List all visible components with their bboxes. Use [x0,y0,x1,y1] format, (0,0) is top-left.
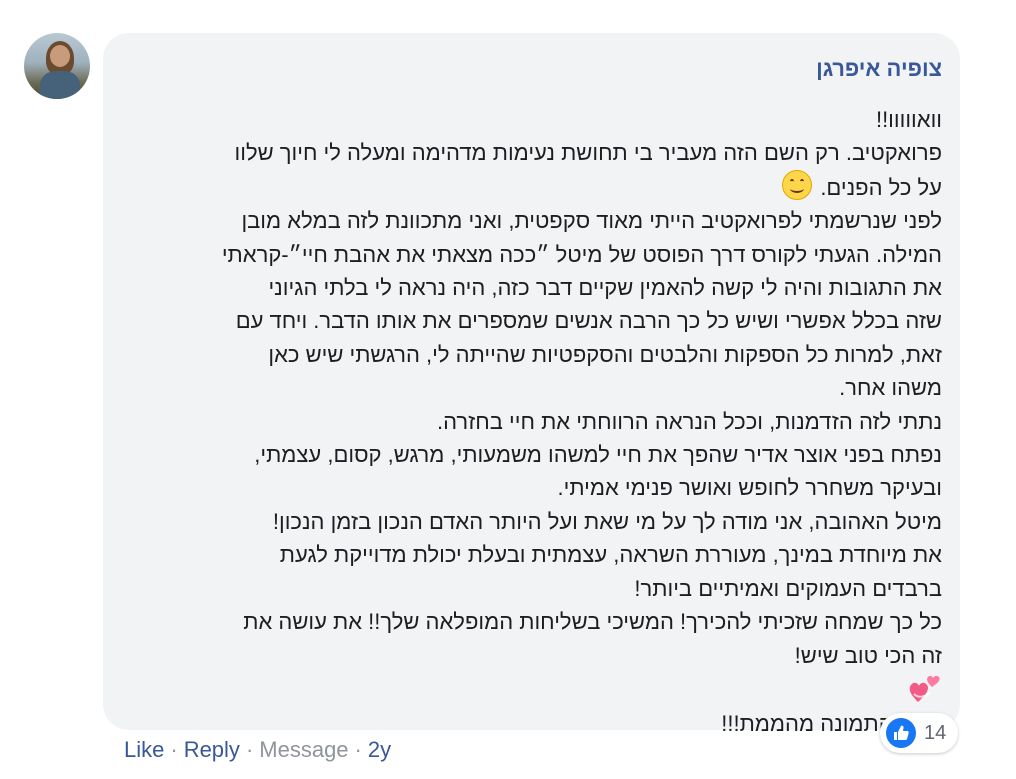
comment-line: ברבדים העמוקים ואמיתיים ביותר! [634,575,942,601]
comment-line: מיטל האהובה, אני מודה לך על מי שאת ועל ה… [272,508,942,534]
comment-line: המילה. הגעתי לקורס דרך הפוסט של מיטל ״ככ… [221,241,942,267]
reply-link[interactable]: Reply [184,737,240,762]
comment-line: שזה בכלל אפשרי ושיש כל כך הרבה אנשים שמס… [235,308,942,334]
comment-line: את התגובות והיה לי קשה להאמין שקיים דבר … [268,275,942,301]
comment-line-text: על כל הפנים. [820,174,942,200]
reaction-summary[interactable]: 14 [880,713,959,753]
separator: · [170,737,178,762]
avatar-body [40,71,80,99]
separator: · [245,737,254,762]
comment-line: כל כך שמחה שזכיתי להכירך! המשיכי בשליחות… [243,609,942,635]
comment-line: את מיוחדת במינך, מעוררת השראה, עצמתית וב… [279,542,942,568]
comment-line: לפני שנרשמתי לפרואקטיב הייתי מאוד סקפטית… [241,208,942,234]
comment-line: ובעיקר משחרר לחופש ואושר פנימי אמיתי. [557,475,942,501]
comment-line: זה הכי טוב שיש! [794,642,942,668]
author-avatar[interactable] [24,33,90,99]
comment-line: פרואקטיב. רק השם הזה מעביר בי תחושת נעימ… [234,140,942,166]
comment-line-emoji [123,672,942,707]
comment-actions: Like · Reply · Message · 2y [124,736,391,764]
comment-line: נפתח בפני אוצר אדיר שהפך את חיי למשהו מש… [254,442,942,468]
comment-body: וואווווו!! פרואקטיב. רק השם הזה מעביר בי… [123,103,942,741]
message-link[interactable]: Message [259,737,348,762]
comment-bubble: צופיה איפרגן וואווווו!! פרואקטיב. רק השם… [103,33,960,736]
comment-author-name[interactable]: צופיה איפרגן [123,55,942,83]
comment-line: על כל הפנים. [123,169,942,204]
comment-line: זאת, למרות כל הספקות והלבטים והסקפטיות ש… [268,341,942,367]
comment-line: נתתי לזה הזדמנות, וככל הנראה הרווחתי את … [437,408,942,434]
comment-line: משהו אחר. [839,375,942,401]
two-hearts-emoji-icon [909,675,940,702]
avatar-face [50,45,70,67]
separator: · [354,737,362,762]
smiling-face-emoji-icon [782,169,813,200]
like-thumb-icon [886,718,916,748]
like-link[interactable]: Like [124,737,164,762]
comment-line: וואווווו!! [875,107,942,132]
reaction-count: 14 [924,721,947,744]
comment-timestamp[interactable]: 2y [368,737,391,762]
